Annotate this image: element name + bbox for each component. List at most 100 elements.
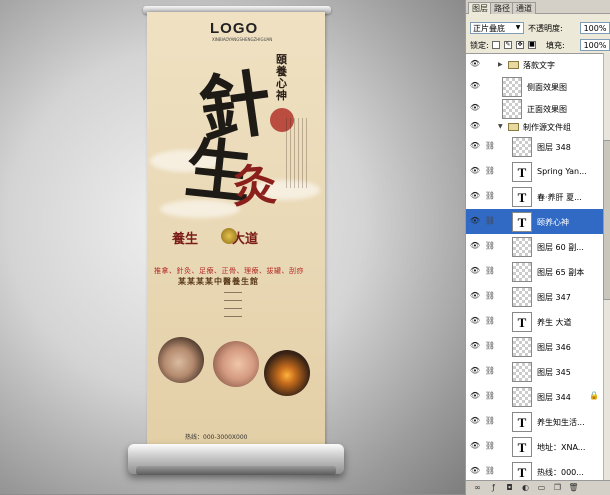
layer-row[interactable]: 👁 ▼ 制作源文件组 — [466, 120, 603, 135]
layer-name: 侧面效果图 — [527, 83, 567, 92]
link-icon[interactable]: ⛓ — [483, 291, 497, 300]
gold-badge-icon — [221, 228, 237, 244]
layer-row[interactable]: 👁 ⛓ T 颐养心神 — [466, 209, 603, 235]
document-canvas[interactable]: LOGO XINBIAOYANGSHENGZHIGUAN 針 生 灸 頤養心神 … — [0, 0, 465, 494]
layer-row[interactable]: 👁 ⛓ T 养生知生活... — [466, 409, 603, 435]
eye-icon[interactable]: 👁 — [468, 81, 482, 90]
banner-stand-foot — [136, 466, 336, 475]
blend-mode-select[interactable]: 正片叠底 ▼ — [470, 22, 524, 34]
eye-icon[interactable]: 👁 — [468, 166, 482, 175]
layer-row[interactable]: 👁 ⛓ 图层 65 副本 — [466, 259, 603, 285]
eye-icon[interactable]: 👁 — [468, 103, 482, 112]
eye-icon[interactable]: 👁 — [468, 121, 482, 130]
info-text-block — [224, 292, 242, 324]
layer-row[interactable]: 👁 ⛓ 图层 348 — [466, 134, 603, 160]
link-icon[interactable]: ⛓ — [483, 191, 497, 200]
eye-icon[interactable]: 👁 — [468, 241, 482, 250]
adjustment-layer-icon[interactable]: ◐ — [520, 483, 531, 493]
fill-input[interactable]: 100% — [580, 39, 610, 51]
fill-label: 填充: — [546, 41, 565, 50]
layer-row[interactable]: 👁 ⛓ T 地址：XNA... — [466, 434, 603, 460]
lock-move-icon[interactable]: ✥ — [516, 41, 524, 49]
link-icon[interactable]: ⛓ — [483, 316, 497, 325]
link-icon[interactable]: ⛓ — [483, 341, 497, 350]
lock-label: 锁定: — [470, 41, 489, 50]
lock-all-icon[interactable]: ■ — [528, 41, 536, 49]
tab-paths[interactable]: 路径 — [490, 2, 514, 14]
link-icon[interactable]: ⛓ — [483, 241, 497, 250]
layer-row[interactable]: 👁 ⛓ T 春·养肝 夏... — [466, 184, 603, 210]
text-layer-icon: T — [512, 437, 532, 457]
layer-row[interactable]: 👁 ▶ 落款文字 — [466, 54, 603, 77]
expand-right-icon[interactable]: ▶ — [498, 61, 503, 68]
eye-icon[interactable]: 👁 — [468, 266, 482, 275]
new-group-icon[interactable]: ▭ — [536, 483, 547, 493]
layer-name: 热线：000... — [537, 468, 584, 477]
eye-icon[interactable]: 👁 — [468, 391, 482, 400]
eye-icon[interactable]: 👁 — [468, 341, 482, 350]
layer-name: 图层 346 — [537, 343, 571, 352]
layer-thumbnail — [512, 287, 532, 307]
eye-icon[interactable]: 👁 — [468, 59, 482, 68]
layer-name: 正面效果图 — [527, 105, 567, 114]
layer-style-icon[interactable]: ƒ — [488, 483, 499, 493]
text-layer-icon: T — [512, 162, 532, 182]
layer-row[interactable]: 👁 ⛓ T 热线：000... — [466, 459, 603, 481]
link-icon[interactable]: ⛓ — [483, 141, 497, 150]
blend-row: 正片叠底 ▼ 不透明度: 100% — [466, 22, 610, 36]
lock-transparency-icon[interactable] — [492, 41, 500, 49]
layer-name: 地址：XNA... — [537, 443, 586, 452]
layer-row[interactable]: 👁 ⛓ T Spring Yan... — [466, 159, 603, 185]
text-layer-icon: T — [512, 312, 532, 332]
layer-row[interactable]: 👁 ⛓ 图层 60 副... — [466, 234, 603, 260]
text-layer-icon: T — [512, 187, 532, 207]
panel-bottom-bar: ∞ ƒ ◘ ◐ ▭ ❐ 🗑 — [466, 480, 610, 495]
delete-layer-icon[interactable]: 🗑 — [568, 483, 579, 493]
layer-row[interactable]: 👁 ⛓ 图层 347 — [466, 284, 603, 310]
eye-icon[interactable]: 👁 — [468, 191, 482, 200]
layer-row[interactable]: 👁 ⛓ T 养生 大道 — [466, 309, 603, 335]
lock-icon: 🔒 — [589, 391, 599, 400]
eye-icon[interactable]: 👁 — [468, 141, 482, 150]
opacity-input[interactable]: 100% — [580, 22, 610, 34]
layer-row[interactable]: 👁 正面效果图 — [466, 98, 603, 121]
layer-row[interactable]: 👁 ⛓ 图层 345 — [466, 359, 603, 385]
layers-panel: 图层 路径 通道 正片叠底 ▼ 不透明度: 100% 锁定: ✎ ✥ ■ 填充:… — [465, 0, 610, 495]
link-icon[interactable]: ⛓ — [483, 441, 497, 450]
eye-icon[interactable]: 👁 — [468, 416, 482, 425]
acupuncture-photo — [213, 341, 259, 387]
lock-paint-icon[interactable]: ✎ — [504, 41, 512, 49]
link-icon[interactable]: ⛓ — [483, 366, 497, 375]
layer-name: 制作源文件组 — [523, 123, 571, 132]
link-icon[interactable]: ⛓ — [483, 166, 497, 175]
layer-row[interactable]: 👁 ⛓ 图层 346 — [466, 334, 603, 360]
layer-name: 养生知生活... — [537, 418, 585, 427]
add-mask-icon[interactable]: ◘ — [504, 483, 515, 493]
link-icon[interactable]: ⛓ — [483, 416, 497, 425]
link-icon[interactable]: ⛓ — [483, 266, 497, 275]
eye-icon[interactable]: 👁 — [468, 441, 482, 450]
banner-logo-subtitle: XINBIAOYANGSHENGZHIGUAN — [212, 37, 273, 42]
layer-row[interactable]: 👁 侧面效果图 — [466, 76, 603, 99]
eye-icon[interactable]: 👁 — [468, 466, 482, 475]
opacity-label: 不透明度: — [528, 24, 563, 33]
link-icon[interactable]: ⛓ — [483, 466, 497, 475]
eye-icon[interactable]: 👁 — [468, 291, 482, 300]
layer-name: 图层 347 — [537, 293, 571, 302]
layer-name: 图层 344 — [537, 393, 571, 402]
tab-layers[interactable]: 图层 — [468, 2, 492, 14]
eye-icon[interactable]: 👁 — [468, 366, 482, 375]
expand-down-icon[interactable]: ▼ — [498, 123, 503, 130]
layer-row[interactable]: 👁 ⛓ 图层 344 🔒 — [466, 384, 603, 410]
middle-title-left: 養生 — [172, 232, 199, 247]
layer-name: 颐养心神 — [537, 218, 569, 227]
folder-icon — [508, 61, 519, 69]
eye-icon[interactable]: 👁 — [468, 216, 482, 225]
link-icon[interactable]: ⛓ — [483, 391, 497, 400]
tab-channels[interactable]: 通道 — [512, 2, 536, 14]
link-icon[interactable]: ⛓ — [483, 216, 497, 225]
scrollbar-thumb[interactable] — [603, 140, 610, 300]
link-layers-icon[interactable]: ∞ — [472, 483, 483, 493]
new-layer-icon[interactable]: ❐ — [552, 483, 563, 493]
eye-icon[interactable]: 👁 — [468, 316, 482, 325]
